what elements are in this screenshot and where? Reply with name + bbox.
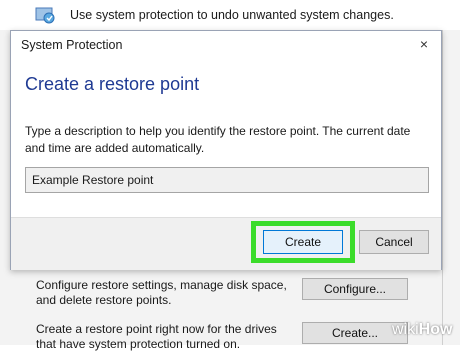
watermark-how: How (418, 321, 453, 338)
system-protection-icon (35, 7, 55, 24)
restore-point-description-input[interactable]: Example Restore point (25, 167, 429, 193)
dialog-heading: Create a restore point (25, 74, 200, 94)
watermark-wiki: wiki (392, 321, 419, 338)
dialog-description: Type a description to help you identify … (25, 124, 411, 155)
system-protection-dialog: System Protection × Create a restore poi… (10, 30, 442, 270)
create-description: Create a restore point right now for the… (36, 322, 277, 351)
close-icon[interactable]: × (415, 35, 433, 53)
configure-button[interactable]: Configure... (302, 278, 408, 300)
system-protection-intro-text: Use system protection to undo unwanted s… (70, 8, 394, 22)
dialog-title: System Protection (21, 38, 123, 52)
dialog-titlebar: System Protection × (11, 31, 441, 59)
create-button[interactable]: Create (263, 230, 343, 254)
configure-description: Configure restore settings, manage disk … (36, 278, 287, 307)
wikihow-watermark: wikiHow (392, 321, 452, 339)
system-properties-top: Use system protection to undo unwanted s… (0, 0, 460, 30)
window-edge (442, 30, 460, 345)
cancel-button[interactable]: Cancel (359, 230, 429, 254)
